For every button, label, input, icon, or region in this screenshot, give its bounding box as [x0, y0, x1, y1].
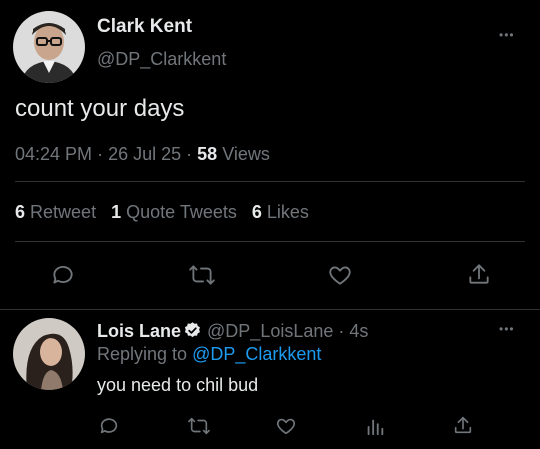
reply-like-icon[interactable] [275, 415, 297, 437]
stats-row: 6 Retweet 1 Quote Tweets 6 Likes [15, 201, 309, 223]
quotes-label: Quote Tweets [126, 202, 237, 222]
reply-text: you need to chil bud [97, 375, 259, 395]
reply-separator: · [338, 321, 345, 341]
tweet-more-icon[interactable]: ••• [499, 29, 515, 41]
meta-separator: · [97, 144, 104, 164]
author-handle[interactable]: @DP_Clarkkent [97, 48, 226, 70]
reply-author-name[interactable]: Lois Lane [97, 321, 181, 341]
verified-badge-icon [183, 321, 202, 345]
retweets-count: 6 [15, 202, 26, 222]
author-name[interactable]: Clark Kent [97, 16, 192, 38]
tweet-text: count your days [15, 95, 185, 122]
like-icon[interactable] [327, 262, 353, 288]
reply-avatar[interactable] [13, 318, 85, 390]
divider [15, 181, 525, 182]
divider [0, 309, 540, 310]
quotes-stat[interactable]: 1 Quote Tweets [111, 202, 242, 222]
likes-count: 6 [251, 202, 262, 222]
reply-icon[interactable] [50, 262, 76, 288]
reply-reply-icon[interactable] [98, 415, 120, 437]
replying-handle-link[interactable]: @DP_Clarkkent [192, 344, 321, 364]
quotes-count: 1 [111, 202, 122, 222]
retweet-icon[interactable] [188, 262, 216, 288]
divider [15, 241, 525, 242]
retweets-label: Retweet [30, 202, 97, 222]
views-icon[interactable] [364, 415, 386, 437]
tweet-time[interactable]: 04:24 PM [15, 144, 92, 164]
replying-to: Replying to @DP_Clarkkent [97, 343, 321, 365]
tweet-meta: 04:24 PM · 26 Jul 25 · 58 Views [15, 143, 270, 165]
views-label: Views [222, 144, 270, 164]
tweet-date[interactable]: 26 Jul 25 [108, 144, 181, 164]
views-count: 58 [197, 144, 218, 164]
reply-author-handle[interactable]: @DP_LoisLane [207, 321, 333, 341]
share-icon[interactable] [466, 261, 492, 287]
replying-prefix: Replying to [97, 344, 188, 364]
reply-more-icon[interactable]: ••• [499, 323, 515, 335]
reply-header: Lois Lane @DP_LoisLane · 4s [97, 320, 368, 345]
reply-time[interactable]: 4s [349, 321, 368, 341]
retweets-stat[interactable]: 6 Retweet [15, 202, 101, 222]
reply-share-icon[interactable] [452, 414, 474, 436]
likes-label: Likes [266, 202, 309, 222]
author-avatar[interactable] [13, 11, 85, 83]
meta-separator: · [186, 144, 193, 164]
reply-retweet-icon[interactable] [187, 415, 211, 437]
likes-stat[interactable]: 6 Likes [252, 202, 309, 222]
